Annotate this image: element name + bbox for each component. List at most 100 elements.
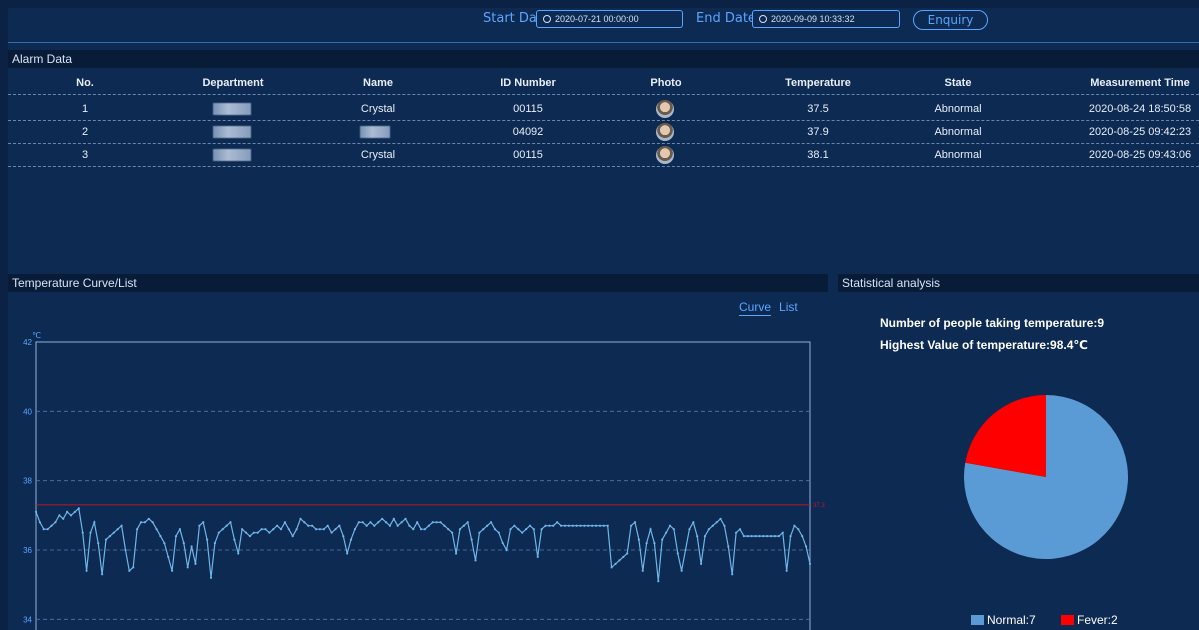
data-point	[58, 514, 61, 517]
data-point	[758, 535, 761, 538]
row-state: Abnormal	[934, 149, 982, 161]
data-point	[540, 528, 543, 531]
data-point	[349, 538, 353, 541]
data-point	[396, 524, 399, 527]
col-measurement-time: Measurement Time	[1090, 77, 1190, 89]
data-point	[579, 524, 582, 527]
data-point	[163, 541, 166, 545]
data-point	[202, 521, 205, 524]
data-point	[805, 545, 808, 548]
data-point	[668, 524, 672, 527]
data-point	[225, 524, 228, 527]
data-point	[287, 528, 290, 531]
data-point	[793, 524, 796, 527]
data-point	[62, 517, 65, 520]
data-point	[338, 524, 341, 527]
data-point	[190, 545, 193, 548]
data-point	[443, 524, 446, 527]
data-point	[435, 521, 438, 524]
data-point	[128, 569, 131, 572]
data-point	[120, 524, 123, 527]
data-point	[583, 524, 586, 527]
data-point	[353, 528, 357, 531]
data-point	[384, 521, 388, 524]
y-unit-label: ℃	[32, 331, 41, 340]
data-point	[171, 569, 174, 572]
data-point	[770, 535, 773, 538]
data-point	[291, 535, 294, 538]
highest-temp-line: Highest Value of temperature:98.4℃	[880, 338, 1088, 352]
data-point	[322, 528, 325, 531]
data-point	[342, 535, 345, 538]
data-point	[649, 528, 652, 531]
data-point	[89, 531, 92, 534]
data-point	[703, 535, 707, 538]
data-point	[614, 562, 617, 565]
data-point	[431, 521, 434, 524]
data-point	[147, 517, 150, 520]
app-root: Start Date 2020-07-21 00:00:00 End Date …	[0, 0, 1199, 630]
status-pie-chart	[964, 395, 1129, 559]
data-point	[629, 524, 633, 527]
data-point	[427, 524, 430, 527]
data-point	[653, 541, 656, 545]
data-point	[606, 524, 609, 527]
data-point	[563, 524, 567, 527]
data-point	[735, 531, 738, 534]
data-point	[346, 552, 349, 555]
highest-temp-value: 98.4℃	[1050, 338, 1088, 352]
data-point	[719, 517, 722, 520]
legend-swatch-normal	[971, 615, 984, 625]
data-point	[754, 535, 757, 538]
data-point	[544, 524, 547, 527]
data-point	[781, 531, 784, 534]
data-point	[454, 552, 458, 555]
data-point	[536, 555, 539, 559]
data-point	[474, 559, 477, 562]
y-tick-label: 34	[23, 615, 32, 624]
data-point	[556, 521, 559, 524]
data-point	[373, 524, 376, 527]
data-point	[178, 528, 182, 531]
data-point	[466, 521, 469, 524]
data-point	[559, 524, 563, 527]
legend-normal[interactable]: Normal:7	[971, 613, 1036, 627]
data-point	[478, 531, 481, 534]
data-point	[458, 528, 462, 531]
data-point	[314, 528, 318, 531]
data-point	[676, 552, 679, 555]
data-point	[97, 541, 100, 545]
enquiry-button[interactable]: Enquiry	[913, 10, 988, 30]
data-point	[377, 521, 380, 524]
data-point	[101, 573, 104, 576]
data-point	[186, 566, 189, 569]
data-point	[46, 528, 49, 531]
data-point	[34, 510, 38, 513]
data-point	[524, 528, 528, 531]
data-point	[221, 528, 224, 531]
data-point	[143, 521, 147, 524]
data-point	[388, 524, 392, 527]
data-point	[326, 524, 329, 527]
data-point	[85, 569, 88, 572]
people-count-value: 9	[1097, 316, 1105, 330]
data-point	[489, 521, 493, 524]
legend-fever-label: Fever:2	[1077, 613, 1118, 627]
data-point	[641, 569, 644, 572]
data-point	[664, 531, 668, 534]
data-point	[256, 531, 259, 534]
stats-panel-title: Statistical analysis	[838, 274, 1199, 292]
legend-fever[interactable]: Fever:2	[1061, 613, 1118, 627]
data-point	[684, 548, 687, 552]
data-point	[688, 528, 691, 531]
data-point	[136, 528, 139, 531]
data-point	[69, 514, 73, 517]
data-point	[661, 538, 664, 541]
data-point	[81, 531, 84, 534]
y-tick-label: 38	[23, 477, 32, 486]
data-point	[470, 538, 473, 541]
people-count-label: Number of people taking temperature:	[880, 316, 1098, 330]
data-point	[777, 535, 780, 538]
data-point	[381, 517, 384, 520]
data-point	[272, 528, 275, 531]
